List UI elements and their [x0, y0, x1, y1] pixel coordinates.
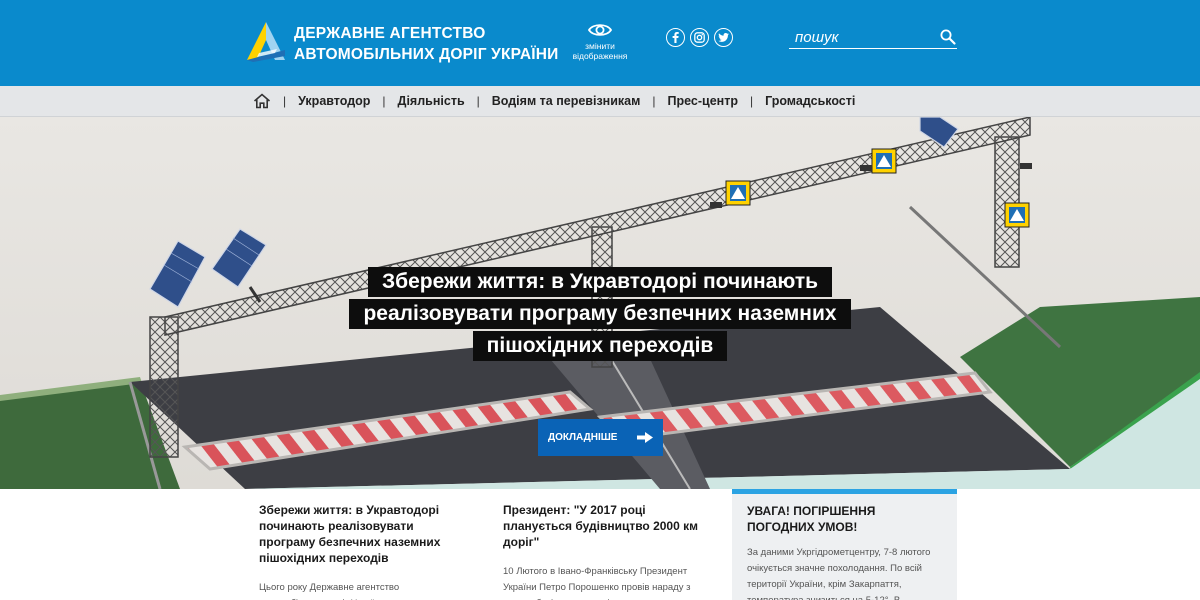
eye-icon — [588, 24, 612, 36]
news-section: Збережи життя: в Укравтодорі починають р… — [0, 489, 1200, 600]
arrow-right-icon — [637, 432, 653, 443]
read-more-button[interactable]: ДОКЛАДНІШЕ — [538, 419, 663, 456]
agency-name[interactable]: ДЕРЖАВНЕ АГЕНТСТВО АВТОМОБІЛЬНИХ ДОРІГ У… — [294, 23, 558, 65]
search-icon[interactable] — [939, 28, 957, 46]
change-view-label-line1: змінити — [585, 41, 615, 51]
nav-separator: | — [283, 94, 287, 108]
hero-headline-line1: Збережи життя: в Укравтодорі починають — [367, 267, 833, 297]
instagram-icon[interactable] — [690, 28, 709, 47]
search-box — [789, 27, 957, 49]
main-nav: | Укравтодор | Діяльність | Водіям та пе… — [253, 86, 855, 116]
hero-banner[interactable]: Збережи життя: в Укравтодорі починають р… — [0, 117, 1200, 489]
nav-item-activity[interactable]: Діяльність — [398, 94, 465, 108]
main-nav-bar: | Укравтодор | Діяльність | Водіям та пе… — [0, 86, 1200, 117]
news-card-text: 10 Лютого в Івано-Франківську Президент … — [503, 566, 691, 600]
top-header-bar: ДЕРЖАВНЕ АГЕНТСТВО АВТОМОБІЛЬНИХ ДОРІГ У… — [0, 0, 1200, 86]
nav-item-ukravtodor[interactable]: Укравтодор — [298, 94, 370, 108]
weather-alert-text: За даними Укргідрометцентру, 7-8 лютого … — [747, 547, 931, 600]
weather-alert-box[interactable]: УВАГА! ПОГІРШЕННЯ ПОГОДНИХ УМОВ! За дани… — [732, 489, 957, 600]
news-card-title[interactable]: Збережи життя: в Укравтодорі починають р… — [259, 502, 464, 566]
agency-name-line1: ДЕРЖАВНЕ АГЕНТСТВО — [294, 25, 486, 42]
nav-separator: | — [382, 94, 386, 108]
nav-item-press-center[interactable]: Прес-центр — [668, 94, 738, 108]
hero-headline-line3: пішохідних переходів — [472, 331, 728, 361]
social-links — [666, 28, 733, 47]
pedestrian-sign — [871, 148, 897, 174]
news-card-title[interactable]: Президент: "У 2017 році планується будів… — [503, 502, 708, 550]
change-view-toggle[interactable]: змінити відображення — [570, 22, 630, 61]
hero-headline-line2: реалізовувати програму безпечних наземни… — [349, 299, 851, 329]
agency-logo[interactable] — [245, 20, 287, 62]
pedestrian-sign — [1004, 202, 1030, 228]
nav-separator: | — [652, 94, 656, 108]
weather-alert-title[interactable]: УВАГА! ПОГІРШЕННЯ ПОГОДНИХ УМОВ! — [747, 503, 942, 535]
search-input[interactable] — [789, 27, 929, 47]
read-more-label: ДОКЛАДНІШЕ — [548, 432, 618, 443]
pedestrian-sign — [725, 180, 751, 206]
news-card: Президент: "У 2017 році планується будів… — [503, 502, 708, 600]
twitter-icon[interactable] — [714, 28, 733, 47]
nav-separator: | — [749, 94, 754, 108]
hero-headline[interactable]: Збережи життя: в Укравтодорі починають р… — [0, 267, 1200, 363]
home-icon[interactable] — [253, 93, 271, 109]
agency-name-line2: АВТОМОБІЛЬНИХ ДОРІГ УКРАЇНИ — [294, 46, 559, 63]
facebook-icon[interactable] — [666, 28, 685, 47]
news-card-text: Цього року Державне агентство автомобіль… — [259, 582, 422, 600]
nav-separator: | — [476, 94, 480, 108]
nav-item-public[interactable]: Громадськості — [765, 94, 855, 108]
nav-item-drivers[interactable]: Водіям та перевізникам — [492, 94, 641, 108]
change-view-label-line2: відображення — [572, 51, 628, 61]
news-card: Збережи життя: в Укравтодорі починають р… — [259, 502, 464, 600]
